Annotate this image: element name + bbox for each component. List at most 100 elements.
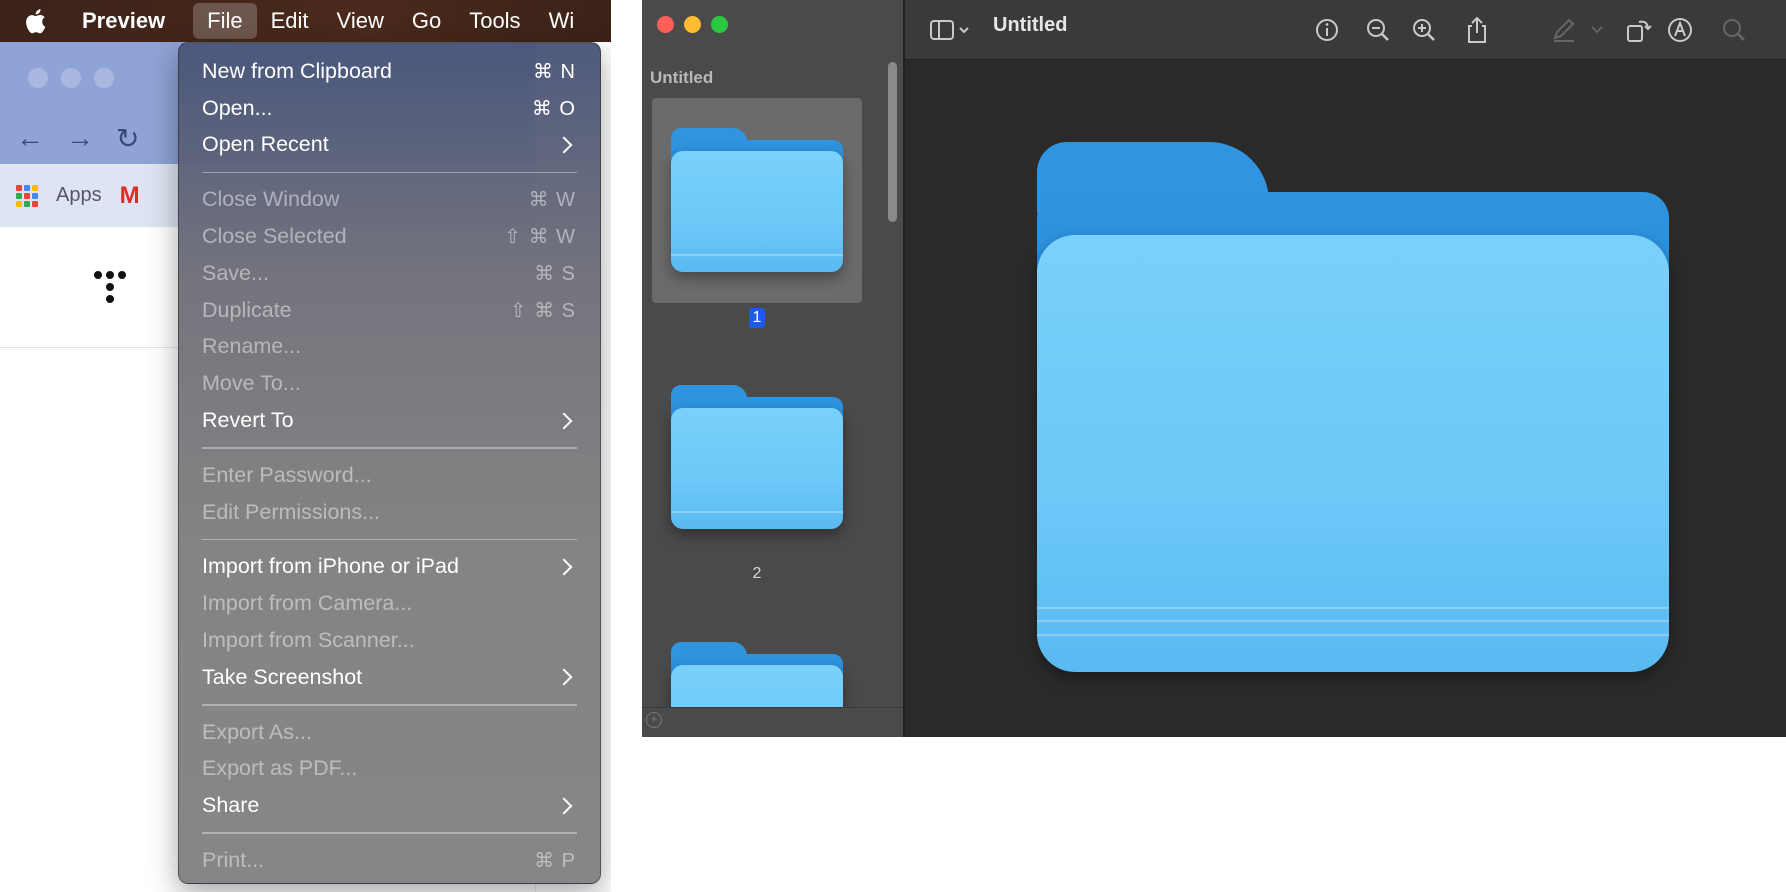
menu-item-take-screenshot[interactable]: Take Screenshot [179,659,600,696]
menu-separator [179,696,600,714]
sidebar-toggle-icon[interactable] [927,13,973,47]
menu-item-revert-to[interactable]: Revert To [179,402,600,439]
menu-item-label: Save... [202,260,269,285]
menu-item-shortcut: ⇧ ⌘ S [509,299,576,322]
menu-item-shortcut: ⌘ S [534,262,576,285]
add-page-icon[interactable]: + [646,712,662,728]
menubar-window[interactable]: Wi [535,3,589,39]
menu-item-label: Take Screenshot [202,664,363,689]
menu-item-label: New from Clipboard [202,58,392,83]
macos-menubar: Preview File Edit View Go Tools Wi [0,0,611,42]
menu-item-print[interactable]: Print... ⌘ P [179,842,600,879]
apps-grid-icon[interactable] [16,184,38,207]
menubar-app-name[interactable]: Preview [70,3,179,39]
sidebar-document-title: Untitled [650,68,714,87]
browser-close-button[interactable] [28,68,48,88]
submenu-chevron-icon [555,558,573,576]
page-thumbnail-3[interactable] [652,612,862,707]
menu-item-import-from-iphone-or-ipad[interactable]: Import from iPhone or iPad [179,549,600,586]
menu-separator [179,531,600,549]
close-button[interactable] [657,16,674,33]
menu-item-label: Import from Scanner... [202,628,415,653]
markup-pen-icon[interactable] [1547,13,1581,47]
menu-item-edit-permissions[interactable]: Edit Permissions... [179,494,600,531]
menu-item-rename[interactable]: Rename... [179,329,600,366]
left-screen: ← → ↻ Apps M Preview File Edit View Go T… [0,0,611,892]
submenu-chevron-icon [555,136,573,154]
menu-item-shortcut: ⌘ N [533,60,576,83]
apple-menu-icon[interactable] [0,3,70,39]
bookmark-apps-label[interactable]: Apps [56,184,102,207]
menubar-edit[interactable]: Edit [257,3,323,39]
menubar-file[interactable]: File [193,3,257,39]
menu-item-new-from-clipboard[interactable]: New from Clipboard ⌘ N [179,53,600,90]
menu-item-label: Import from iPhone or iPad [202,554,459,579]
menu-item-close-selected[interactable]: Close Selected ⇧ ⌘ W [179,218,600,255]
menu-item-label: Export As... [202,719,312,744]
window-title: Untitled [993,14,1068,36]
menu-item-move-to[interactable]: Move To... [179,365,600,402]
browser-minimize-button[interactable] [61,68,81,88]
menu-separator [179,163,600,181]
menu-item-export-as[interactable]: Export As... [179,714,600,751]
rotate-icon[interactable] [1622,13,1656,47]
menu-item-share[interactable]: Share [179,787,600,824]
browser-zoom-button[interactable] [94,68,114,88]
preview-toolbar: Untitled [905,0,1786,60]
menu-item-label: Export as PDF... [202,756,358,781]
menu-item-label: Enter Password... [202,462,372,487]
menu-item-label: Share [202,793,260,818]
gmail-icon[interactable]: M [120,182,140,210]
file-dropdown-menu: New from Clipboard ⌘ N Open... ⌘ O Open Rece… [178,42,601,884]
menu-item-label: Open... [202,95,273,120]
menu-item-enter-password[interactable]: Enter Password... [179,457,600,494]
menu-separator [179,824,600,842]
forward-arrow-icon[interactable]: → [66,122,94,154]
menu-item-label: Close Window [202,187,340,212]
back-arrow-icon[interactable]: ← [16,122,44,154]
menu-item-label: Close Selected [202,224,347,249]
menu-item-label: Move To... [202,371,301,396]
folder-thumbnail-icon [671,385,843,529]
folder-thumbnail-icon [671,642,843,707]
folder-image [1037,142,1669,672]
page-number-2: 2 [752,565,762,582]
menu-item-duplicate[interactable]: Duplicate ⇧ ⌘ S [179,292,600,329]
menu-item-export-as-pdf[interactable]: Export as PDF... [179,751,600,788]
menubar-go[interactable]: Go [398,3,455,39]
minimize-button[interactable] [684,16,701,33]
info-icon[interactable] [1310,13,1344,47]
sidebar-footer: + [642,707,903,737]
submenu-chevron-icon [555,668,573,686]
zoom-button[interactable] [711,16,728,33]
menubar-tools[interactable]: Tools [455,3,534,39]
markup-dropdown-chevron-icon[interactable] [1587,13,1607,47]
search-icon[interactable] [1717,13,1751,47]
sidebar-scrollbar[interactable] [888,62,897,222]
zoom-in-icon[interactable] [1407,13,1441,47]
menu-item-label: Print... [202,848,265,873]
menu-item-open-recent[interactable]: Open Recent [179,127,600,164]
markup-toolbar-icon[interactable] [1663,13,1697,47]
submenu-chevron-icon [555,412,573,430]
site-logo-icon[interactable] [92,267,136,311]
share-icon[interactable] [1460,13,1494,47]
menu-item-open[interactable]: Open... ⌘ O [179,90,600,127]
submenu-chevron-icon [555,797,573,815]
menu-item-import-from-scanner[interactable]: Import from Scanner... [179,622,600,659]
preview-window: Untitled 1 2 + Untitled [642,0,1786,737]
menu-item-save[interactable]: Save... ⌘ S [179,255,600,292]
menu-item-label: Duplicate [202,297,292,322]
menu-item-shortcut: ⌘ W [528,189,576,212]
menubar-view[interactable]: View [323,3,398,39]
menu-item-import-from-camera[interactable]: Import from Camera... [179,585,600,622]
page-thumbnail-2[interactable] [652,355,862,560]
thumbnail-sidebar: Untitled 1 2 + [642,0,905,737]
menu-item-label: Edit Permissions... [202,499,381,524]
page-thumbnail-1[interactable] [652,98,862,303]
zoom-out-icon[interactable] [1361,13,1395,47]
menu-item-shortcut: ⌘ O [531,97,576,120]
menu-item-close-window[interactable]: Close Window ⌘ W [179,181,600,218]
menu-item-label: Open Recent [202,132,329,157]
reload-icon[interactable]: ↻ [116,122,139,155]
